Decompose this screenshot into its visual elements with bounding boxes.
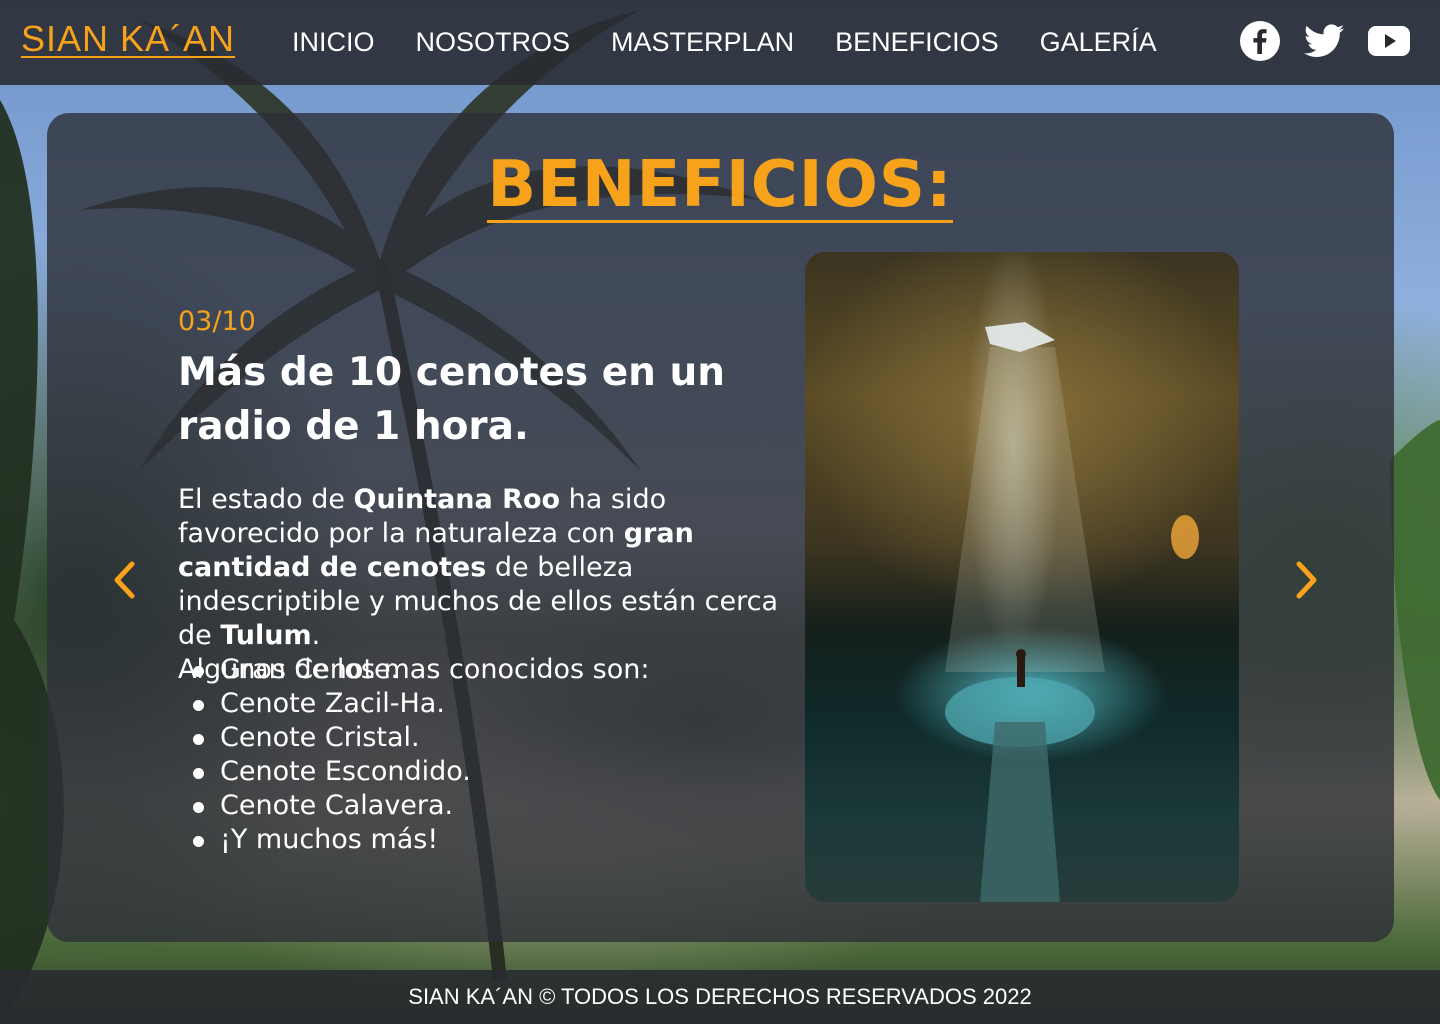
top-nav-bar: SIAN KA´AN INICIO NOSOTROS MASTERPLAN BE… <box>0 0 1440 85</box>
nav-item-inicio[interactable]: INICIO <box>292 24 375 60</box>
cenote-list: Gran Cenote. Cenote Zacil-Ha. Cenote Cri… <box>192 653 471 857</box>
chevron-left-icon[interactable] <box>104 556 148 604</box>
facebook-icon[interactable] <box>1240 21 1280 66</box>
description-bold: Tulum <box>220 620 312 651</box>
footer-text: SIAN KA´AN © TODOS LOS DERECHOS RESERVAD… <box>408 984 1032 1009</box>
list-item: Cenote Calavera. <box>192 789 471 823</box>
description-text: El estado de <box>178 484 354 515</box>
footer: SIAN KA´AN © TODOS LOS DERECHOS RESERVAD… <box>0 970 1440 1024</box>
slide-counter: 03/10 <box>178 306 256 337</box>
cenote-photo <box>805 252 1239 902</box>
nav-item-beneficios[interactable]: BENEFICIOS <box>835 24 999 60</box>
description-text: . <box>311 620 321 651</box>
main-nav: INICIO NOSOTROS MASTERPLAN BENEFICIOS GA… <box>292 24 1198 60</box>
list-item: Cenote Cristal. <box>192 721 471 755</box>
social-links <box>1240 21 1410 66</box>
nav-item-masterplan[interactable]: MASTERPLAN <box>611 24 794 60</box>
list-item: Cenote Zacil-Ha. <box>192 687 471 721</box>
youtube-icon[interactable] <box>1368 26 1410 61</box>
chevron-right-icon[interactable] <box>1283 556 1327 604</box>
list-item: Gran Cenote. <box>192 653 471 687</box>
section-title-text: BENEFICIOS: <box>487 148 953 223</box>
slide-title: Más de 10 cenotes en un radio de 1 hora. <box>178 350 726 449</box>
list-item: ¡Y muchos más! <box>192 823 471 857</box>
nav-item-nosotros[interactable]: NOSOTROS <box>416 24 571 60</box>
nav-item-galeria[interactable]: GALERÍA <box>1040 24 1157 60</box>
twitter-icon[interactable] <box>1304 24 1344 63</box>
description-bold: Quintana Roo <box>353 484 561 515</box>
site-logo[interactable]: SIAN KA´AN <box>21 18 235 60</box>
section-title: BENEFICIOS: <box>0 148 1440 223</box>
list-item: Cenote Escondido. <box>192 755 471 789</box>
